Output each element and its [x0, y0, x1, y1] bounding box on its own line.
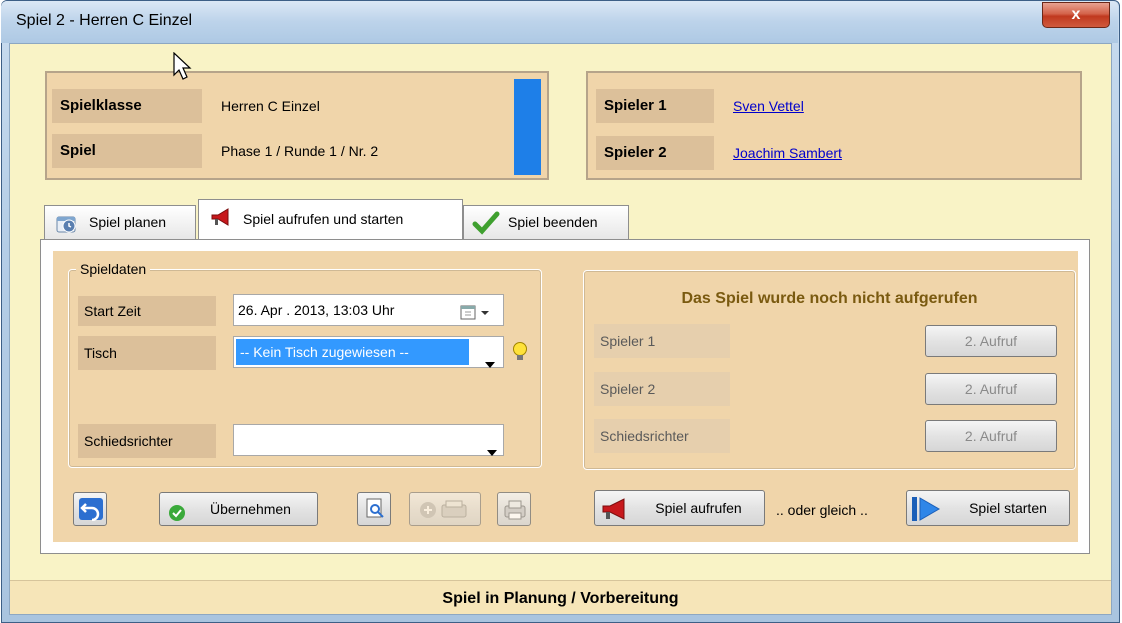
schiedsrichter-select[interactable]: [233, 424, 504, 456]
start-zeit-label: Start Zeit: [78, 296, 216, 326]
spiel-aufrufen-button[interactable]: Spiel aufrufen: [594, 490, 765, 526]
uebernehmen-label: Übernehmen: [210, 501, 291, 517]
tab-spiel-aufrufen-starten[interactable]: Spiel aufrufen und starten: [198, 199, 463, 239]
tab-label: Spiel beenden: [508, 214, 598, 230]
chevron-down-icon: [484, 349, 496, 379]
spieler1-link[interactable]: Sven Vettel: [733, 89, 804, 123]
spiel-label: Spiel: [52, 134, 202, 168]
spieler2-link[interactable]: Joachim Sambert: [733, 136, 842, 170]
tab-label: Spiel aufrufen und starten: [243, 211, 404, 227]
lightbulb-icon[interactable]: [511, 340, 529, 368]
spielklasse-label: Spielklasse: [52, 89, 202, 123]
close-button[interactable]: x: [1042, 2, 1110, 28]
tab-spiel-beenden[interactable]: Spiel beenden: [463, 205, 629, 240]
aufruf-spieler2-label: Spieler 2: [594, 372, 730, 406]
printer-icon: [503, 499, 527, 524]
add-print-button[interactable]: [409, 492, 481, 526]
status-bar: Spiel in Planung / Vorbereitung: [10, 580, 1111, 614]
aufruf-spieler2-button[interactable]: 2. Aufruf: [925, 373, 1057, 405]
window-title: Spiel 2 - Herren C Einzel: [16, 12, 193, 29]
mouse-cursor-icon: [173, 51, 195, 86]
aufruf-schiedsrichter-label: Schiedsrichter: [594, 419, 730, 453]
spiel-value: Phase 1 / Runde 1 / Nr. 2: [221, 143, 379, 159]
spiel-aufrufen-label: Spiel aufrufen: [655, 500, 742, 516]
tisch-select[interactable]: -- Kein Tisch zugewiesen --: [233, 336, 504, 368]
play-icon: [911, 496, 941, 534]
chevron-down-icon: [486, 437, 498, 467]
aufruf-status-text: Das Spiel wurde noch nicht aufgerufen: [681, 290, 978, 307]
tisch-label: Tisch: [78, 336, 216, 370]
oder-gleich-text: .. oder gleich ..: [776, 502, 868, 518]
spieler1-label: Spieler 1: [596, 89, 714, 123]
aufruf-schiedsrichter-button[interactable]: 2. Aufruf: [925, 420, 1057, 452]
status-color-bar: [514, 79, 541, 175]
spielklasse-value: Herren C Einzel: [221, 98, 320, 114]
megaphone-icon: [601, 498, 631, 532]
print-preview-button[interactable]: [357, 492, 391, 526]
aufruf-spieler1-label: Spieler 1: [594, 324, 730, 358]
print-button[interactable]: [497, 492, 531, 526]
spiel-starten-button[interactable]: Spiel starten: [906, 490, 1070, 526]
spieldaten-legend: Spieldaten: [76, 261, 151, 277]
start-zeit-value: 26. Apr . 2013, 13:03 Uhr: [238, 302, 395, 318]
check-circle-icon: [168, 501, 186, 533]
undo-button[interactable]: [73, 492, 107, 526]
print-preview-icon: [364, 498, 386, 523]
calendar-dropdown-icon[interactable]: [460, 302, 496, 332]
start-zeit-picker[interactable]: 26. Apr . 2013, 13:03 Uhr: [233, 294, 504, 326]
schiedsrichter-label: Schiedsrichter: [78, 424, 216, 458]
add-printer-icon: [418, 499, 474, 524]
megaphone-icon: [209, 206, 235, 239]
spiel-starten-label: Spiel starten: [969, 500, 1047, 516]
spieler2-label: Spieler 2: [596, 136, 714, 170]
tisch-selected-value: -- Kein Tisch zugewiesen --: [236, 339, 469, 365]
uebernehmen-button[interactable]: Übernehmen: [159, 492, 318, 526]
tab-label: Spiel planen: [89, 214, 167, 230]
aufruf-spieler1-button[interactable]: 2. Aufruf: [925, 325, 1057, 357]
undo-icon: [78, 497, 104, 524]
tab-spiel-planen[interactable]: Spiel planen: [44, 205, 196, 240]
